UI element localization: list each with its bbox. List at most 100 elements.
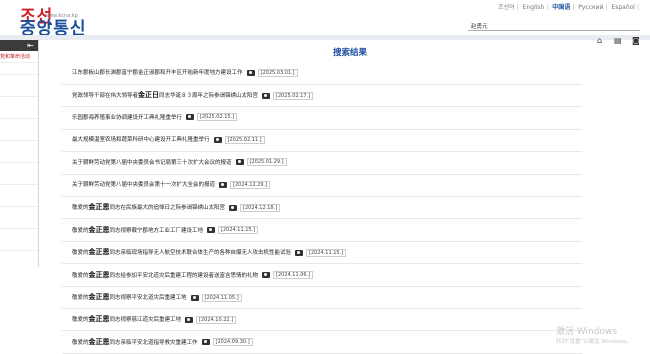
result-date: [2024.09.30.] — [212, 338, 253, 347]
result-row[interactable]: 敬爱的金正恩同志视察平安北道灾后重建工地 [2024.11.05.] — [62, 286, 582, 309]
lang-chinese[interactable]: 中国语 — [552, 4, 570, 11]
lang-russian[interactable]: Русский — [578, 4, 603, 11]
photo-icon — [262, 272, 271, 279]
result-date: [2025.02.15.] — [197, 113, 238, 122]
leader-name: 金正恩 — [88, 248, 110, 257]
result-title-text: 关于朝鲜劳动党第八届中央委员会书记局第三十次扩大会议的报道 — [72, 159, 232, 166]
sidebar-divider — [0, 96, 38, 97]
result-title-text: 同志在民族最大的追悼日之际参谒锦绣山太阳宫 — [109, 205, 226, 212]
result-title-text: 敬爱的 — [72, 272, 89, 279]
result-row[interactable]: 最大规模温室农场和蔬菜科研中心建设开工典礼隆重举行 [2025.02.11.] — [62, 129, 582, 153]
result-row[interactable]: 敬爱的金正恩同志视察慈江道灾后重建工地 [2024.10.22.] — [62, 308, 582, 332]
result-link[interactable]: 最大规模温室农场和蔬菜科研中心建设开工典礼隆重举行 [2025.02.11.] — [72, 135, 265, 144]
result-title-text: 乐园郡海养殖事业协调建设开工典礼隆重举行 — [72, 114, 183, 121]
result-title-text: 敬爱的 — [72, 205, 89, 212]
sidebar-item-revolutionary-activities[interactable]: 党和革命活动 — [0, 52, 38, 63]
leader-name: 金正日 — [138, 91, 160, 100]
list-icon[interactable]: ▤ — [614, 36, 622, 45]
result-row[interactable]: 敬爱的金正恩同志亲临现场指导无人航空技术联合体生产的各种自爆无人攻击机性能试验 [… — [62, 241, 582, 265]
result-link[interactable]: 关于朝鲜劳动党第八届中央委员会书记局第三十次扩大会议的报道 [2025.01.29… — [72, 158, 287, 167]
photo-icon — [207, 227, 216, 234]
result-title-text: 同志视察载宁郡地方工业工厂建设工地 — [109, 227, 204, 234]
sidebar-divider — [0, 206, 38, 207]
photo-icon — [229, 204, 238, 211]
language-switcher: 조선어 | English | 中国语 | Русский | Español | — [498, 4, 639, 11]
result-row[interactable]: 敬爱的金正恩同志亲临平安北道指导救灾重建工作 [2024.09.30.] — [62, 331, 582, 354]
result-date: [2024.11.06.] — [273, 271, 314, 280]
page-title: 搜索结果 — [332, 48, 367, 58]
result-link[interactable]: 敬爱的金正恩同志亲临平安北道指导救灾重建工作 [2024.09.30.] — [72, 337, 253, 347]
windows-activation-hint: 转到"设置"以激活 Windows。 — [556, 339, 632, 345]
result-row[interactable]: 关于朝鲜劳动党第八届中央委员会第十一次扩大全会的报道 [2024.12.29.] — [62, 174, 582, 197]
result-date: [2025.02.17.] — [273, 91, 314, 100]
result-row[interactable]: 党政领导干部在伟大领导者金正日同志华诞８３周年之际参谒锦绣山太阳宫 [2025.0… — [62, 84, 582, 108]
result-link[interactable]: 江东郡板山郡长渊郡富宁郡金正淑郡和开丰区开始新年度地方建设工作 [2025.03.… — [72, 68, 298, 77]
result-link[interactable]: 敬爱的金正恩同志视察载宁郡地方工业工厂建设工地 [2024.11.15.] — [72, 225, 259, 235]
top-bar — [0, 35, 650, 40]
site-header: 조선 www.kcna.kp 중앙통신 조선어 | English | 中国语 | Р… — [0, 0, 650, 39]
result-date: [2024.11.15.] — [218, 226, 259, 235]
sidebar-divider — [0, 162, 38, 163]
photo-icon — [219, 181, 228, 188]
lang-korean[interactable]: 조선어 — [498, 4, 515, 11]
result-title-text: 敬爱的 — [72, 295, 89, 301]
photo-icon — [213, 136, 222, 143]
leader-name: 金正恩 — [88, 225, 110, 234]
photo-icon — [190, 294, 199, 301]
result-row[interactable]: 敬爱的金正恩同志在民族最大的追悼日之际参谒锦绣山太阳宫 [2024.12.18.] — [62, 196, 582, 220]
result-row[interactable]: 关于朝鲜劳动党第八届中央委员会书记局第三十次扩大会议的报道 [2025.01.29… — [62, 152, 582, 175]
camera-icon[interactable]: ◙ — [632, 36, 640, 45]
result-row[interactable]: 敬爱的金正恩同志视察载宁郡地方工业工厂建设工地 [2024.11.15.] — [62, 219, 582, 242]
result-row[interactable]: 江东郡板山郡长渊郡富宁郡金正淑郡和开丰区开始新年度地方建设工作 [2025.03.… — [62, 62, 582, 85]
sidebar-header: ⇤ — [0, 40, 38, 51]
result-date: [2025.02.11.] — [224, 135, 265, 144]
result-link[interactable]: 党政领导干部在伟大领导者金正日同志华诞８３周年之际参谒锦绣山太阳宫 [2025.0… — [72, 90, 314, 100]
result-link[interactable]: 敬爱的金正恩同志给参加平安北道灾后重建工程的建设者送富含思情的礼物 [2024.1… — [72, 270, 314, 280]
sidebar-divider — [0, 140, 38, 141]
photo-icon — [262, 92, 271, 99]
result-link[interactable]: 敬爱的金正恩同志视察平安北道灾后重建工地 [2024.11.05.] — [72, 292, 242, 302]
result-date: [2024.12.18.] — [240, 203, 281, 212]
result-row[interactable]: 乐园郡海养殖事业协调建设开工典礼隆重举行 [2025.02.15.] — [62, 107, 582, 130]
result-link[interactable]: 敬爱的金正恩同志视察慈江道灾后重建工地 [2024.10.22.] — [72, 314, 237, 324]
result-link[interactable]: 敬爱的金正恩同志在民族最大的追悼日之际参谒锦绣山太阳宫 [2024.12.18.] — [72, 202, 281, 212]
leader-name: 金正恩 — [88, 337, 110, 346]
result-date: [2024.10.22.] — [196, 315, 237, 324]
collapse-icon[interactable]: ⇤ — [26, 41, 35, 50]
photo-icon — [201, 339, 210, 346]
result-title-text: 同志视察慈江道灾后重建工地 — [109, 317, 182, 324]
leader-name: 金正恩 — [88, 270, 110, 279]
sidebar-divider — [0, 250, 38, 251]
result-title-text: 同志亲临现场指导无人航空技术联合体生产的各种自爆无人攻击机性能试验 — [109, 250, 292, 257]
home-icon[interactable]: ⌂ — [597, 36, 602, 45]
sidebar-divider — [0, 228, 38, 229]
result-title-text: 党政领导干部在伟大领导者 — [72, 93, 139, 100]
result-row[interactable]: 敬爱的金正恩同志给参加平安北道灾后重建工程的建设者送富含思情的礼物 [2024.1… — [62, 264, 582, 287]
result-title-text: 敬爱的 — [72, 317, 89, 324]
lang-english[interactable]: English — [523, 4, 545, 11]
result-link[interactable]: 关于朝鲜劳动党第八届中央委员会第十一次扩大全会的报道 [2024.12.29.] — [72, 180, 271, 189]
search-input[interactable] — [468, 22, 640, 31]
photo-icon — [295, 249, 304, 256]
lang-spanish[interactable]: Español — [611, 4, 635, 11]
result-title-text: 关于朝鲜劳动党第八届中央委员会第十一次扩大全会的报道 — [72, 182, 216, 188]
result-date: [2024.11.05.] — [201, 293, 242, 302]
photo-icon — [186, 114, 195, 121]
result-date: [2025.03.01.] — [257, 68, 298, 77]
leader-name: 金正恩 — [88, 293, 110, 301]
kcna-logo[interactable]: 조선 www.kcna.kp 중앙통신 — [20, 2, 140, 39]
sidebar-divider — [0, 184, 38, 185]
windows-activation-watermark: 激活 Windows — [556, 327, 618, 337]
photo-icon — [185, 316, 194, 323]
leader-name: 金正恩 — [88, 315, 110, 324]
sidebar-divider — [0, 118, 38, 119]
result-title-text: 同志视察平安北道灾后重建工地 — [109, 295, 187, 301]
sidebar: ⇤ 党和革命活动 — [0, 40, 39, 267]
result-title-text: 敬爱的 — [72, 339, 89, 346]
result-title-text: 江东郡板山郡长渊郡富宁郡金正淑郡和开丰区开始新年度地方建设工作 — [72, 70, 243, 76]
leader-name: 金正恩 — [88, 203, 110, 212]
result-link[interactable]: 乐园郡海养殖事业协调建设开工典礼隆重举行 [2025.02.15.] — [72, 113, 238, 122]
result-link[interactable]: 敬爱的金正恩同志亲临现场指导无人航空技术联合体生产的各种自爆无人攻击机性能试验 [… — [72, 247, 347, 257]
result-date: [2025.01.29.] — [246, 158, 287, 167]
sidebar-divider — [0, 74, 38, 75]
